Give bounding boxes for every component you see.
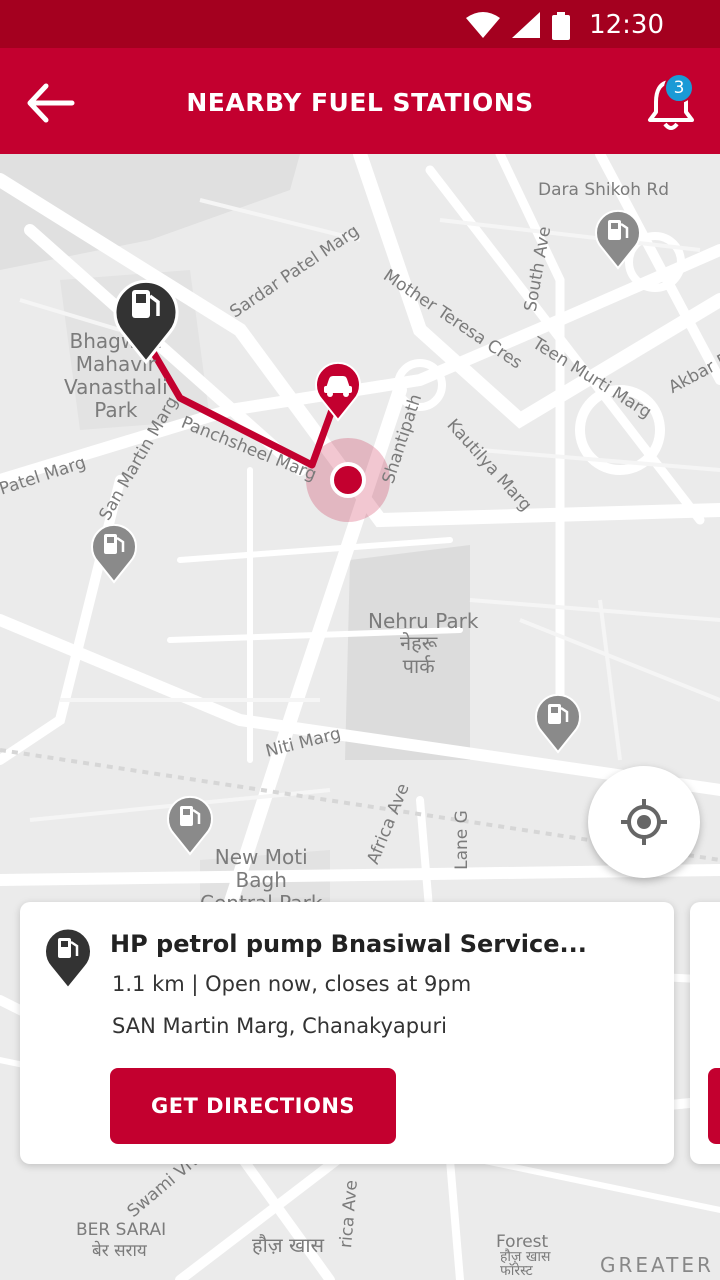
vehicle-location-pin [315, 361, 361, 422]
status-bar: 12:30 [0, 0, 720, 48]
next-station-card[interactable] [690, 902, 720, 1164]
signal-icon [512, 12, 540, 38]
status-icons [466, 12, 570, 40]
map-label-lane-g: Lane G [451, 810, 472, 870]
battery-icon [552, 12, 570, 40]
fuel-station-card-icon [44, 927, 92, 990]
fuel-station-pin[interactable] [594, 208, 642, 270]
wifi-icon [466, 12, 500, 38]
get-directions-button[interactable]: GET DIRECTIONS [110, 1068, 396, 1144]
selected-fuel-station-pin[interactable] [112, 274, 180, 364]
map-label-ber-sarai: BER SARAI [76, 1220, 167, 1240]
map-label-hauz-khas: हौज़ खास [252, 1233, 325, 1257]
fuel-station-pin[interactable] [166, 794, 214, 856]
status-time: 12:30 [589, 10, 664, 40]
station-distance-hours: 1.1 km | Open now, closes at 9pm [112, 972, 472, 996]
map-label-ber-sarai-hindi: बेर सराय [92, 1241, 147, 1261]
station-card[interactable]: HP petrol pump Bnasiwal Service... 1.1 k… [20, 902, 674, 1164]
next-card-button[interactable] [708, 1068, 720, 1144]
fuel-station-pin[interactable] [90, 522, 138, 584]
map-label-forest-hindi: हौज़ खास फॉरेस्ट [500, 1249, 551, 1279]
app-bar: NEARBY FUEL STATIONS [0, 48, 720, 154]
map-label-nehru-park: Nehru Park [368, 609, 479, 633]
map-label-nehru-park-hindi: नेहरू पार्क [400, 631, 438, 678]
crosshair-icon [621, 799, 667, 845]
map-label-greater: GREATER [600, 1253, 714, 1277]
page-title: NEARBY FUEL STATIONS [186, 88, 534, 117]
notification-badge: 3 [664, 73, 694, 103]
fuel-station-pin[interactable] [534, 692, 582, 754]
station-address: SAN Martin Marg, Chanakyapuri [112, 1014, 447, 1038]
map-label-dara-shikoh: Dara Shikoh Rd [538, 180, 670, 200]
station-name: HP petrol pump Bnasiwal Service... [110, 930, 587, 958]
my-location-button[interactable] [588, 766, 700, 878]
